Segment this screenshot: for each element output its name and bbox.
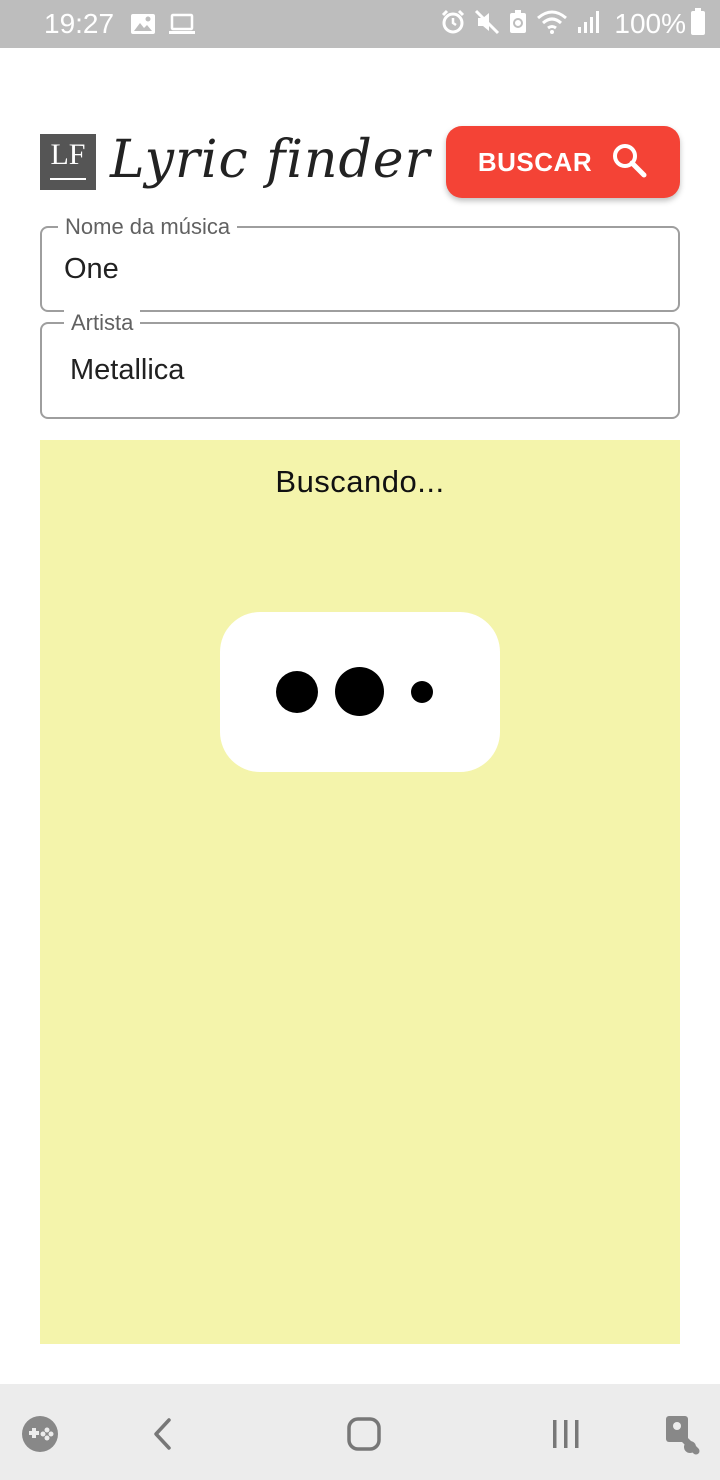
loader-dot (411, 681, 433, 703)
back-icon[interactable] (138, 1410, 186, 1458)
song-name-label: Nome da música (58, 214, 238, 240)
status-left-icons (130, 12, 204, 41)
results-panel: Buscando... (40, 440, 680, 1344)
recents-icon[interactable] (542, 1410, 590, 1458)
status-right-icons: 100% (440, 7, 706, 41)
loader-dot (276, 671, 318, 713)
artist-field[interactable]: Artista Metallica (40, 310, 680, 419)
artist-label: Artista (64, 310, 141, 336)
app-logo: LF (40, 134, 96, 190)
home-icon[interactable] (340, 1410, 388, 1458)
artist-input[interactable]: Metallica (70, 353, 184, 387)
accessibility-icon[interactable] (656, 1410, 704, 1458)
status-bar: 19:27 100% (0, 0, 720, 48)
loading-status-text: Buscando... (275, 464, 445, 499)
battery-saver-icon (508, 9, 528, 40)
song-name-field[interactable]: Nome da música One (40, 214, 680, 312)
loader-dot (335, 667, 384, 716)
logo-underline (50, 178, 86, 180)
mute-icon (474, 9, 500, 40)
search-button[interactable]: BUSCAR (446, 126, 680, 198)
navigation-bar (0, 1384, 720, 1480)
image-icon (130, 12, 156, 41)
app-title: Lyric finder (110, 130, 431, 190)
search-icon (610, 141, 648, 184)
laptop-icon (168, 12, 196, 41)
signal-icon (576, 9, 600, 40)
status-time: 19:27 (44, 8, 115, 39)
logo-text: LF (50, 138, 86, 171)
wifi-icon (536, 9, 568, 40)
search-button-label: BUSCAR (477, 146, 593, 177)
typing-dots-icon (220, 612, 500, 772)
song-name-input[interactable]: One (64, 252, 119, 286)
battery-percent: 100% (614, 8, 686, 39)
battery-icon (690, 7, 706, 41)
game-launcher-icon[interactable] (16, 1410, 64, 1458)
alarm-icon (440, 9, 466, 40)
